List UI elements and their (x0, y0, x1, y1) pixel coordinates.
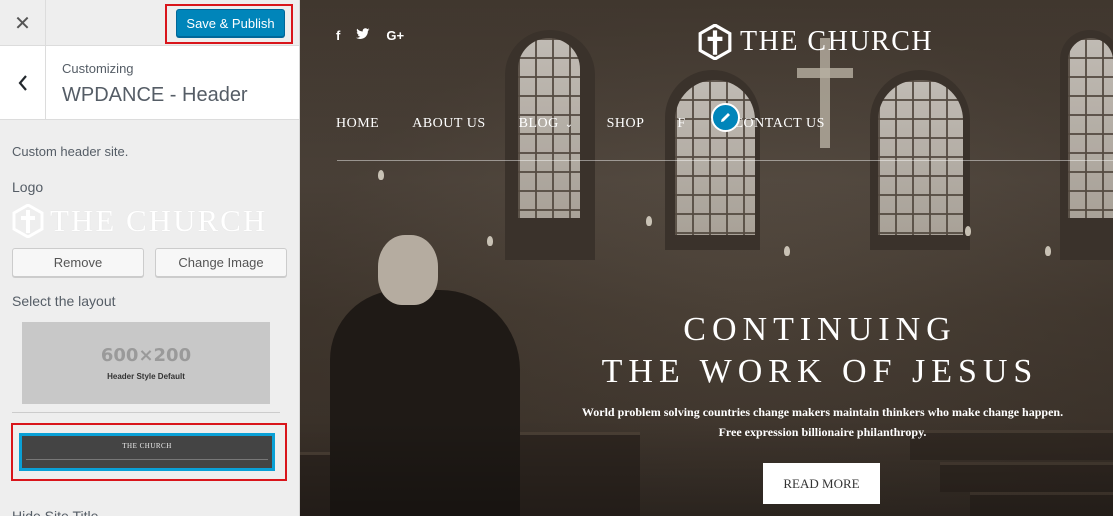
hero-title-line2: THE WORK OF JESUS (601, 353, 1039, 390)
section-description: Custom header site. (12, 144, 129, 159)
nav-item-about[interactable]: ABOUT US (412, 116, 485, 132)
site-logo[interactable]: THE CHURCH (698, 24, 933, 60)
layout-label: Select the layout (12, 293, 116, 309)
logo-preview: THE CHURCH (12, 203, 267, 239)
church-logo-icon (12, 204, 44, 238)
hero-subtitle-line2: Free expression billionaire philanthropy… (718, 425, 927, 439)
layout-option-default[interactable]: 600×200 Header Style Default (22, 322, 270, 404)
layout-option-rule (26, 459, 268, 460)
nav-item-contact[interactable]: CONTACT US (734, 116, 825, 132)
logo-preview-text: THE CHURCH (50, 203, 268, 238)
church-window (675, 80, 755, 235)
save-publish-button[interactable]: Save & Publish (176, 9, 285, 37)
lamp (378, 170, 384, 180)
section-title: WPDANCE - Header (62, 84, 248, 106)
lamp (965, 226, 971, 236)
remove-logo-button[interactable]: Remove (12, 248, 144, 277)
main-nav: HOME ABOUT US BLOG ⌄ SHOP F CONTACT US (336, 116, 858, 132)
nav-item-shop[interactable]: SHOP (607, 116, 645, 132)
church-window (1068, 38, 1113, 218)
layout-divider (12, 412, 280, 413)
back-button[interactable] (0, 46, 46, 119)
customizer-panel: ✕ Save & Publish Customizing WPDANCE - H… (0, 0, 300, 516)
lamp (646, 216, 652, 226)
lamp (1045, 246, 1051, 256)
layout-option-title: THE CHURCH (122, 442, 172, 450)
hero-subtitle-line1: World problem solving countries change m… (581, 405, 1064, 419)
hero-title-line1: CONTINUING (683, 311, 957, 348)
customizing-label: Customizing (62, 61, 134, 76)
site-title: THE CHURCH (740, 26, 934, 57)
layout-option-size: 600×200 (100, 345, 192, 366)
social-links: f G+ (336, 28, 404, 43)
nav-divider (337, 160, 1113, 161)
church-window (878, 80, 963, 235)
chevron-down-icon: ⌄ (564, 119, 574, 130)
nav-item-home[interactable]: HOME (336, 116, 379, 132)
cross-shape (797, 68, 853, 78)
close-icon[interactable]: ✕ (0, 0, 46, 46)
read-more-button[interactable]: READ MORE (763, 463, 880, 504)
nav-item-f[interactable]: F (677, 116, 685, 132)
facebook-icon[interactable]: f (336, 28, 340, 43)
person-head (378, 235, 438, 305)
site-preview: f G+ THE CHURCH HOME ABOUT US BLOG ⌄ SHOP… (300, 0, 1113, 516)
change-image-button[interactable]: Change Image (155, 248, 287, 277)
chevron-left-icon (18, 74, 27, 91)
twitter-icon[interactable] (356, 28, 370, 43)
pencil-icon (721, 113, 730, 122)
twitter-bird-icon (356, 28, 370, 39)
edit-shortcut-pencil-icon[interactable] (711, 103, 740, 132)
hide-title-label: Hide Site Title (12, 508, 99, 516)
nav-item-blog[interactable]: BLOG ⌄ (519, 116, 574, 132)
layout-option-dark[interactable]: THE CHURCH (19, 433, 275, 471)
layout-option-name: Header Style Default (107, 372, 185, 381)
lamp (487, 236, 493, 246)
customizer-topbar: ✕ Save & Publish (0, 0, 299, 46)
google-plus-icon[interactable]: G+ (386, 28, 404, 43)
logo-label: Logo (12, 179, 44, 195)
nav-item-blog-label: BLOG (518, 116, 559, 131)
lamp (784, 246, 790, 256)
section-header: Customizing WPDANCE - Header (0, 46, 299, 120)
church-logo-icon (698, 24, 732, 60)
